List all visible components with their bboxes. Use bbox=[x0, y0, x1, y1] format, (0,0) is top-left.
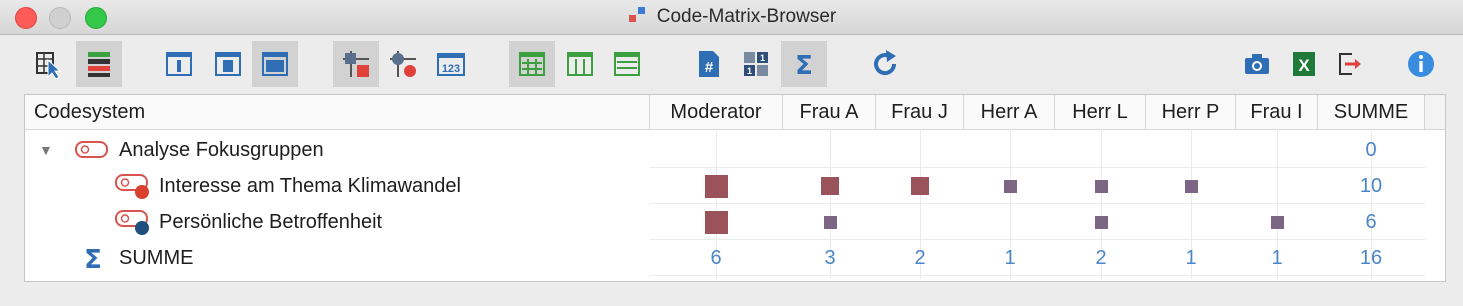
svg-text:Σ: Σ bbox=[84, 245, 102, 272]
summe-value: 1 bbox=[1271, 247, 1283, 269]
header-frau-i[interactable]: Frau I bbox=[1236, 95, 1318, 129]
view-medium-button[interactable] bbox=[205, 41, 251, 87]
app-matrix-icon bbox=[628, 7, 645, 22]
refresh-icon bbox=[874, 50, 897, 76]
symbol-circles-icon bbox=[390, 51, 416, 77]
svg-text:1: 1 bbox=[760, 53, 765, 63]
sigma-icon: Σ bbox=[795, 51, 813, 81]
row-total: 0 bbox=[1365, 139, 1377, 161]
matrix-cell-square[interactable] bbox=[1094, 179, 1108, 193]
matrix-cell-square[interactable] bbox=[1003, 179, 1017, 193]
export-icon bbox=[1339, 53, 1361, 75]
refresh-button[interactable] bbox=[862, 41, 908, 87]
matrix-cell-square[interactable] bbox=[1094, 215, 1108, 229]
summe-value: 6 bbox=[710, 247, 722, 269]
hash-document-button[interactable]: # bbox=[685, 41, 731, 87]
rows-colored-icon bbox=[88, 52, 110, 77]
svg-text:1: 1 bbox=[747, 66, 752, 76]
header-summe[interactable]: SUMME bbox=[1318, 95, 1425, 129]
header-frau-a[interactable]: Frau A bbox=[783, 95, 876, 129]
code-parent-icon bbox=[75, 141, 108, 158]
code-red-icon bbox=[115, 174, 149, 199]
info-button[interactable] bbox=[1398, 41, 1444, 87]
title-bar: Code-Matrix-Browser bbox=[0, 0, 1463, 35]
table-row[interactable]: Interesse am Thema Klimawandel 10 bbox=[25, 168, 1445, 204]
header-herr-a[interactable]: Herr A bbox=[964, 95, 1055, 129]
columns-button[interactable] bbox=[557, 41, 603, 87]
matrix-cell-square[interactable] bbox=[704, 174, 728, 198]
summe-value: 3 bbox=[824, 247, 836, 269]
summe-value: 2 bbox=[914, 247, 926, 269]
svg-text:Σ: Σ bbox=[795, 51, 813, 81]
row-total: 10 bbox=[1359, 175, 1383, 197]
code-blue-icon bbox=[115, 210, 149, 235]
header-moderator[interactable]: Moderator bbox=[650, 95, 783, 129]
code-matrix-table: Codesystem Moderator Frau A Frau J Herr … bbox=[24, 94, 1446, 282]
svg-text:X: X bbox=[1298, 56, 1310, 75]
code-label[interactable]: Interesse am Thema Klimawandel bbox=[159, 168, 461, 204]
columns-icon bbox=[567, 52, 593, 76]
sigma-button[interactable]: Σ bbox=[781, 41, 827, 87]
matrix-cell-square[interactable] bbox=[821, 177, 839, 195]
summe-row: Σ SUMME 6 3 2 1 2 1 1 16 bbox=[25, 240, 1445, 276]
view-wide-icon bbox=[262, 52, 288, 76]
window-title: Code-Matrix-Browser bbox=[656, 6, 837, 27]
numbers-123-icon: 123 bbox=[437, 53, 465, 76]
grid-hash-icon bbox=[519, 52, 545, 76]
camera-button[interactable] bbox=[1234, 41, 1280, 87]
row-total: 6 bbox=[1365, 211, 1377, 233]
table-header: Codesystem Moderator Frau A Frau J Herr … bbox=[25, 95, 1445, 130]
rows-lines-icon bbox=[614, 52, 640, 76]
view-medium-icon bbox=[215, 52, 241, 76]
expand-toggle-icon[interactable]: ▼ bbox=[39, 132, 53, 168]
symbol-squares-icon bbox=[343, 51, 369, 77]
header-gutter bbox=[1425, 95, 1445, 129]
table-row[interactable]: ▼ Analyse Fokusgruppen 0 bbox=[25, 132, 1445, 168]
export-button[interactable] bbox=[1326, 41, 1372, 87]
select-cursor-button[interactable] bbox=[26, 41, 72, 87]
matrix-ones-button[interactable]: 1 1 bbox=[733, 41, 779, 87]
rows-lines-button[interactable] bbox=[604, 41, 650, 87]
code-label[interactable]: Analyse Fokusgruppen bbox=[119, 132, 324, 168]
svg-text:123: 123 bbox=[442, 63, 460, 75]
matrix-cell-square[interactable] bbox=[1184, 179, 1198, 193]
camera-icon bbox=[1245, 54, 1269, 74]
symbol-squares-button[interactable] bbox=[333, 41, 379, 87]
summe-value: 2 bbox=[1095, 247, 1107, 269]
excel-export-icon: X bbox=[1293, 52, 1315, 76]
numbers-123-button[interactable]: 123 bbox=[428, 41, 474, 87]
rows-colored-button[interactable] bbox=[76, 41, 122, 87]
header-frau-j[interactable]: Frau J bbox=[876, 95, 964, 129]
svg-text:#: # bbox=[705, 59, 714, 76]
view-narrow-icon bbox=[166, 52, 192, 76]
summe-label: SUMME bbox=[119, 247, 194, 269]
summe-value: 1 bbox=[1004, 247, 1016, 269]
grid-hash-button[interactable] bbox=[509, 41, 555, 87]
table-row[interactable]: Persönliche Betroffenheit 6 bbox=[25, 204, 1445, 240]
toolbar: 123 # 1 1 Σ X bbox=[0, 35, 1463, 91]
view-narrow-button[interactable] bbox=[156, 41, 202, 87]
matrix-cell-square[interactable] bbox=[911, 177, 929, 195]
select-cursor-icon bbox=[36, 52, 62, 80]
excel-export-button[interactable]: X bbox=[1280, 41, 1326, 87]
info-icon bbox=[1408, 51, 1434, 77]
matrix-cell-square[interactable] bbox=[1270, 215, 1284, 229]
matrix-ones-icon: 1 1 bbox=[744, 52, 768, 76]
symbol-circles-button[interactable] bbox=[380, 41, 426, 87]
sigma-icon: Σ bbox=[84, 245, 102, 272]
summe-value: 1 bbox=[1185, 247, 1197, 269]
code-matrix-browser-window: Code-Matrix-Browser 123 # 1 1 Σ X Codesy… bbox=[0, 0, 1463, 306]
header-herr-l[interactable]: Herr L bbox=[1055, 95, 1146, 129]
summe-total: 16 bbox=[1359, 247, 1383, 269]
matrix-cell-square[interactable] bbox=[704, 210, 728, 234]
hash-document-icon: # bbox=[699, 51, 719, 77]
view-wide-button[interactable] bbox=[252, 41, 298, 87]
code-label[interactable]: Persönliche Betroffenheit bbox=[159, 204, 382, 240]
header-herr-p[interactable]: Herr P bbox=[1146, 95, 1236, 129]
matrix-cell-square[interactable] bbox=[823, 215, 837, 229]
window-title-area: Code-Matrix-Browser bbox=[0, 5, 1463, 28]
header-codesystem[interactable]: Codesystem bbox=[25, 95, 650, 129]
